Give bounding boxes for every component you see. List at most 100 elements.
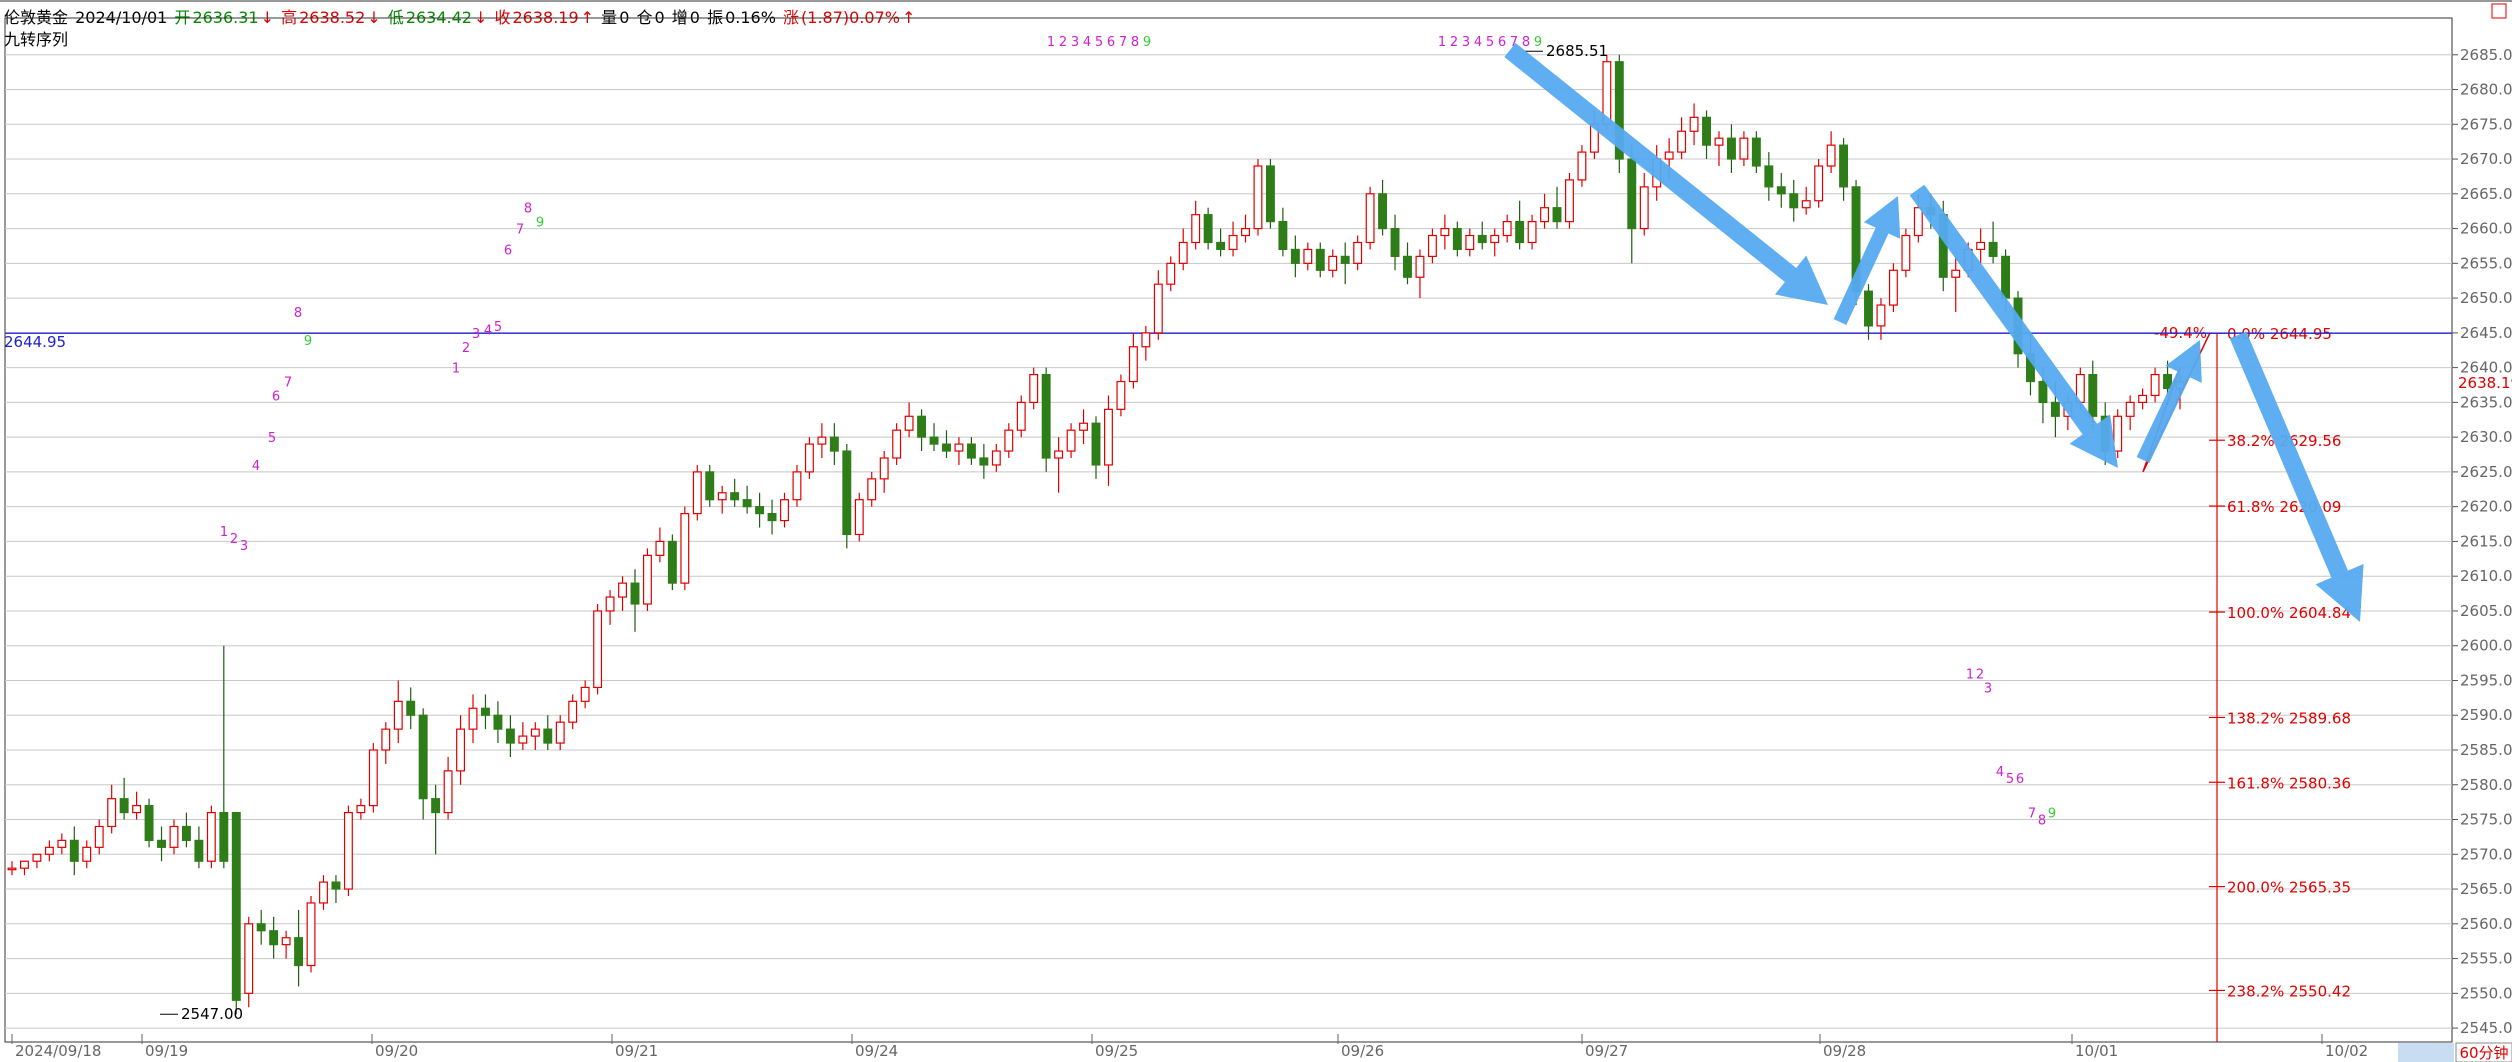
- candle-up: [892, 429, 902, 459]
- y-tick-label: 2610.00: [2460, 567, 2512, 585]
- candle-up: [2138, 394, 2148, 403]
- candle-down: [942, 443, 951, 452]
- candle-up: [281, 937, 291, 946]
- candle-up: [568, 700, 578, 723]
- candle-down: [1278, 221, 1288, 251]
- candle-down: [2050, 401, 2060, 417]
- y-tick-label: 2625.00: [2460, 463, 2512, 481]
- candle-down: [1751, 137, 1761, 167]
- candle-down: [929, 436, 939, 445]
- candle-down: [431, 798, 441, 814]
- candle-up: [1054, 450, 1064, 459]
- td-seq-digit: 4: [1083, 35, 1091, 50]
- candle-up: [792, 471, 802, 501]
- td-seq-digit: 6: [1107, 35, 1115, 50]
- candle-down: [1390, 227, 1400, 257]
- candle-up: [1228, 234, 1238, 251]
- candle-up: [319, 881, 328, 904]
- td-seq-digit: 3: [1462, 35, 1470, 50]
- candle-up: [244, 923, 254, 994]
- candle-down: [144, 805, 154, 841]
- candle-up: [1689, 116, 1699, 132]
- chart-root: 伦敦黄金 2024/10/01 开 2636.31 ↓ 高 2638.52 ↓ 低 263…: [0, 0, 2512, 1062]
- candle-up: [1116, 380, 1126, 410]
- candle-up: [1178, 241, 1188, 264]
- candle-up: [1714, 137, 1724, 146]
- candle-down: [742, 499, 752, 508]
- candle-up: [32, 853, 42, 862]
- x-tick-label: 09/19: [145, 1042, 188, 1060]
- td-seq-digit: 8: [2038, 814, 2046, 829]
- td-seq-digit: 4: [1474, 35, 1482, 50]
- x-tick-label: 09/28: [1823, 1042, 1866, 1060]
- candle-up: [343, 811, 353, 890]
- td-seq-digit: 9: [1143, 35, 1151, 50]
- y-tick-label: 2570.00: [2460, 845, 2512, 863]
- td-seq-digit: 9: [2048, 807, 2056, 822]
- candle-up: [1029, 373, 1039, 403]
- candle-up: [57, 839, 67, 848]
- candle-up: [530, 728, 540, 737]
- candle-up: [1801, 200, 1811, 209]
- candle-up: [1253, 165, 1263, 230]
- td-seq-digit: 8: [294, 306, 302, 321]
- price-level-label: 2644.95: [4, 333, 66, 351]
- candle-down: [730, 492, 740, 501]
- candle-up: [1913, 207, 1923, 237]
- candle-up: [1502, 221, 1512, 237]
- candle-up: [1328, 255, 1338, 271]
- candle-up: [1465, 234, 1475, 251]
- candle-down: [767, 513, 777, 522]
- candle-up: [804, 443, 814, 473]
- y-tick-label: 2685.00: [2460, 46, 2512, 64]
- candle-up: [1415, 255, 1425, 278]
- td-seq-digit: 6: [504, 243, 512, 258]
- candle-down: [406, 700, 416, 716]
- candle-down: [543, 728, 553, 744]
- candle-up: [2113, 415, 2123, 452]
- candle-down: [157, 839, 166, 848]
- period-label: 60分钟: [2459, 1044, 2508, 1062]
- td-seq-digit: 1: [220, 525, 228, 540]
- candle-up: [854, 499, 864, 536]
- plot-frame: [4, 17, 2453, 1043]
- candle-up: [1826, 144, 1836, 167]
- td-seq-digit: 4: [484, 323, 492, 338]
- candle-down: [1290, 248, 1300, 264]
- y-tick-label: 2655.00: [2460, 254, 2512, 272]
- y-tick-label: 2600.00: [2460, 637, 2512, 655]
- candle-up: [1976, 241, 1986, 251]
- td-seq-digit: 9: [536, 216, 544, 231]
- candle-up: [1677, 130, 1687, 153]
- td-seq-digit: 7: [1119, 35, 1127, 50]
- td-seq-digit: 3: [1984, 681, 1992, 696]
- candle-up: [94, 825, 104, 848]
- candle-up: [1365, 193, 1375, 244]
- candle-up: [356, 805, 366, 814]
- candle-down: [1378, 193, 1388, 230]
- td-seq-digit: 3: [472, 327, 480, 342]
- td-seq-digit: 7: [516, 223, 524, 238]
- candle-up: [456, 728, 466, 772]
- candle-up: [368, 749, 378, 807]
- candle-up: [7, 867, 17, 871]
- candle-up: [1066, 429, 1076, 452]
- candle-up: [991, 450, 1001, 466]
- td-seq-digit: 5: [494, 320, 502, 335]
- td-seq-digit: 2: [1450, 35, 1458, 50]
- td-seq-digit: 2: [1059, 35, 1067, 50]
- candle-up: [82, 846, 92, 862]
- candle-down: [1726, 137, 1736, 160]
- y-tick-label: 2595.00: [2460, 671, 2512, 689]
- candle-up: [879, 457, 889, 480]
- candle-up: [1016, 401, 1026, 431]
- candle-down: [1041, 373, 1051, 459]
- candle-down: [69, 839, 79, 862]
- y-tick-label: 2665.00: [2460, 185, 2512, 203]
- candle-down: [1091, 422, 1101, 466]
- fib-label: 100.0% 2604.84: [2227, 604, 2351, 622]
- td-seq-digit: 1: [1047, 35, 1055, 50]
- y-tick-label: 2580.00: [2460, 776, 2512, 794]
- candle-up: [1577, 151, 1587, 181]
- candle-down: [2088, 373, 2098, 417]
